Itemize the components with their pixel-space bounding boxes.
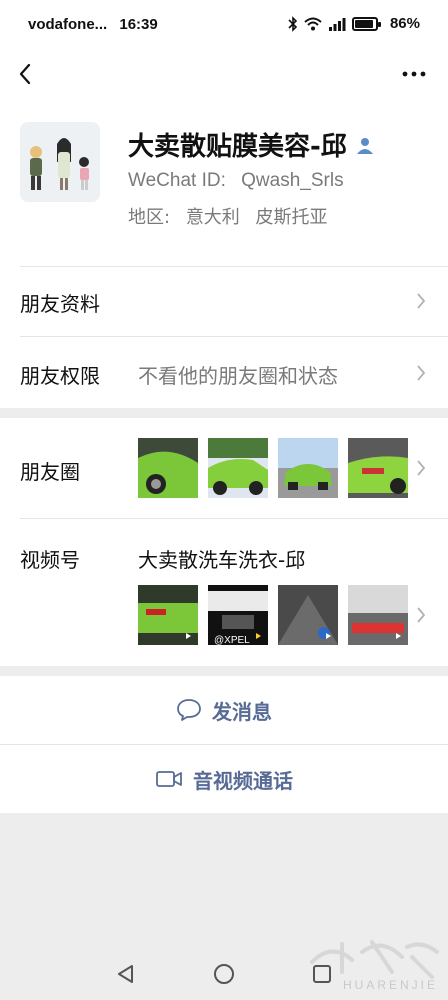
status-bar: vodafone... 16:39 86% — [0, 0, 448, 50]
top-navbar — [0, 50, 448, 100]
channel-video[interactable] — [138, 585, 198, 645]
moments-thumbnails — [138, 438, 408, 498]
permissions-row[interactable]: 朋友权限 不看他的朋友圈和状态 — [0, 336, 448, 408]
chevron-right-icon — [417, 293, 426, 309]
clock-time: 16:39 — [119, 16, 158, 33]
more-dots-icon[interactable] — [400, 62, 428, 86]
svg-text:@XPEL: @XPEL — [214, 635, 250, 645]
battery-percent: 86% — [389, 15, 420, 32]
moment-photo[interactable] — [208, 438, 268, 498]
nav-home-icon[interactable] — [212, 962, 236, 986]
signal-icon — [328, 17, 346, 31]
contact-name: 大卖散贴膜美容-邱 — [128, 132, 347, 162]
moments-label: 朋友圈 — [20, 460, 80, 484]
region-row: 地区: 意大利 皮斯托亚 — [128, 203, 328, 229]
chat-bubble-icon — [177, 699, 201, 721]
permissions-label: 朋友权限 — [20, 364, 100, 388]
video-call-label: 音视频通话 — [193, 768, 293, 793]
profile-header: 大卖散贴膜美容-邱 WeChat ID: Qwash_Srls 地区: 意大利 … — [0, 100, 448, 266]
friend-info-row[interactable]: 朋友资料 — [0, 266, 448, 336]
channels-label: 视频号 — [20, 548, 80, 572]
channel-video[interactable] — [278, 585, 338, 645]
wechat-id-row: WeChat ID: Qwash_Srls — [128, 170, 344, 192]
watermark-text: HUARENJIE — [342, 978, 438, 992]
moment-photo[interactable] — [348, 438, 408, 498]
send-message-button[interactable]: 发消息 — [0, 676, 448, 744]
region-label: 地区: — [128, 207, 171, 228]
chevron-right-icon — [417, 460, 426, 476]
battery-icon — [351, 16, 381, 31]
send-message-label: 发消息 — [212, 699, 272, 724]
contact-name-row: 大卖散贴膜美容-邱 — [128, 126, 375, 163]
channel-video[interactable] — [348, 585, 408, 645]
channels-row[interactable]: 视频号 大卖散洗车洗衣-邱 @XPEL — [0, 518, 448, 666]
channels-thumbnails: @XPEL — [138, 585, 408, 645]
back-chevron-icon[interactable] — [16, 62, 36, 86]
nav-back-icon[interactable] — [115, 963, 137, 985]
region-city: 皮斯托亚 — [255, 207, 328, 228]
channels-name: 大卖散洗车洗衣-邱 — [138, 548, 306, 572]
chevron-right-icon — [417, 365, 426, 381]
chevron-right-icon — [417, 607, 426, 623]
divider — [20, 266, 448, 267]
wechat-id-value[interactable]: Qwash_Srls — [241, 170, 343, 191]
moment-photo[interactable] — [278, 438, 338, 498]
region-country: 意大利 — [185, 207, 240, 228]
wifi-icon — [304, 17, 322, 30]
moments-row[interactable]: 朋友圈 — [0, 418, 448, 518]
friend-info-label: 朋友资料 — [20, 292, 100, 316]
avatar[interactable] — [20, 122, 100, 202]
wechat-id-label: WeChat ID: — [128, 170, 226, 191]
video-camera-icon — [156, 771, 182, 787]
person-icon — [356, 137, 373, 154]
divider — [20, 518, 448, 519]
video-call-button[interactable]: 音视频通话 — [0, 745, 448, 813]
channel-video[interactable]: @XPEL — [208, 585, 268, 645]
divider — [20, 336, 448, 337]
bluetooth-icon — [288, 15, 298, 32]
permissions-value: 不看他的朋友圈和状态 — [138, 364, 338, 388]
moment-photo[interactable] — [138, 438, 198, 498]
carrier-name: vodafone... — [28, 16, 108, 33]
